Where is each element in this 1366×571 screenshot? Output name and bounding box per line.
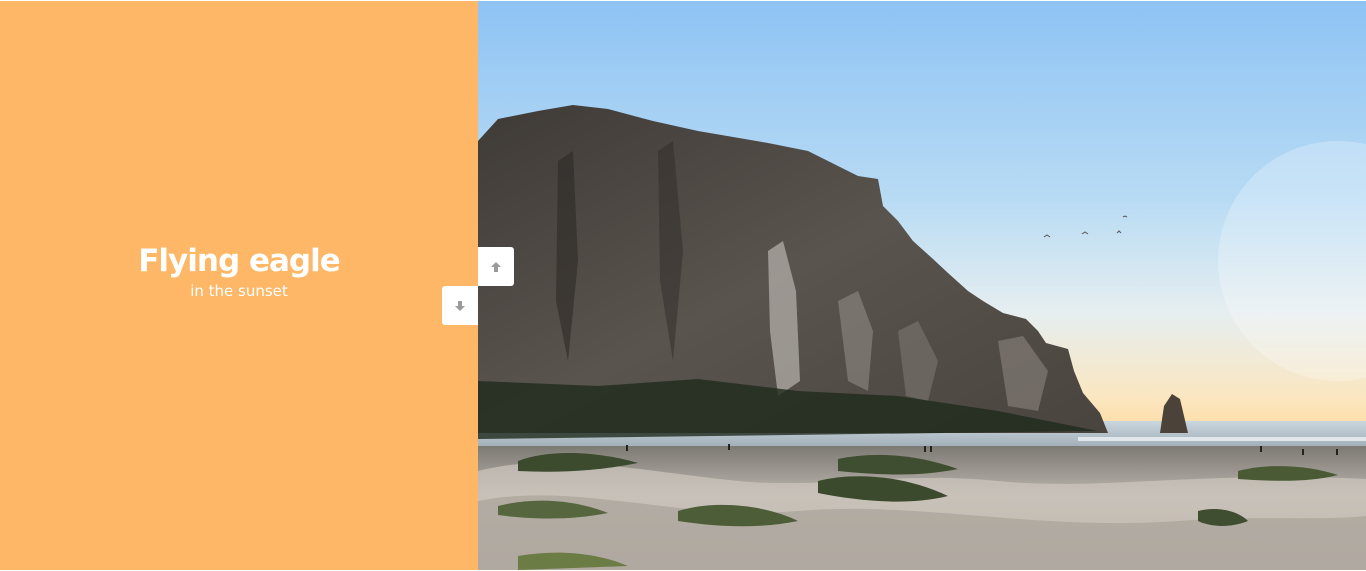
slide-photo — [478, 1, 1366, 570]
slide-subtitle: in the sunset — [190, 282, 288, 300]
slide-title: Flying eagle — [138, 243, 340, 279]
slide-caption: Flying eagle in the sunset — [0, 241, 478, 301]
arrow-down-icon — [455, 300, 465, 311]
slide-next-button[interactable] — [442, 286, 478, 325]
arrow-up-icon — [491, 261, 501, 272]
vertical-slider: Flying eagle in the sunset — [0, 1, 1366, 570]
caption-panel: Flying eagle in the sunset — [0, 1, 478, 570]
slide-prev-button[interactable] — [478, 247, 514, 286]
